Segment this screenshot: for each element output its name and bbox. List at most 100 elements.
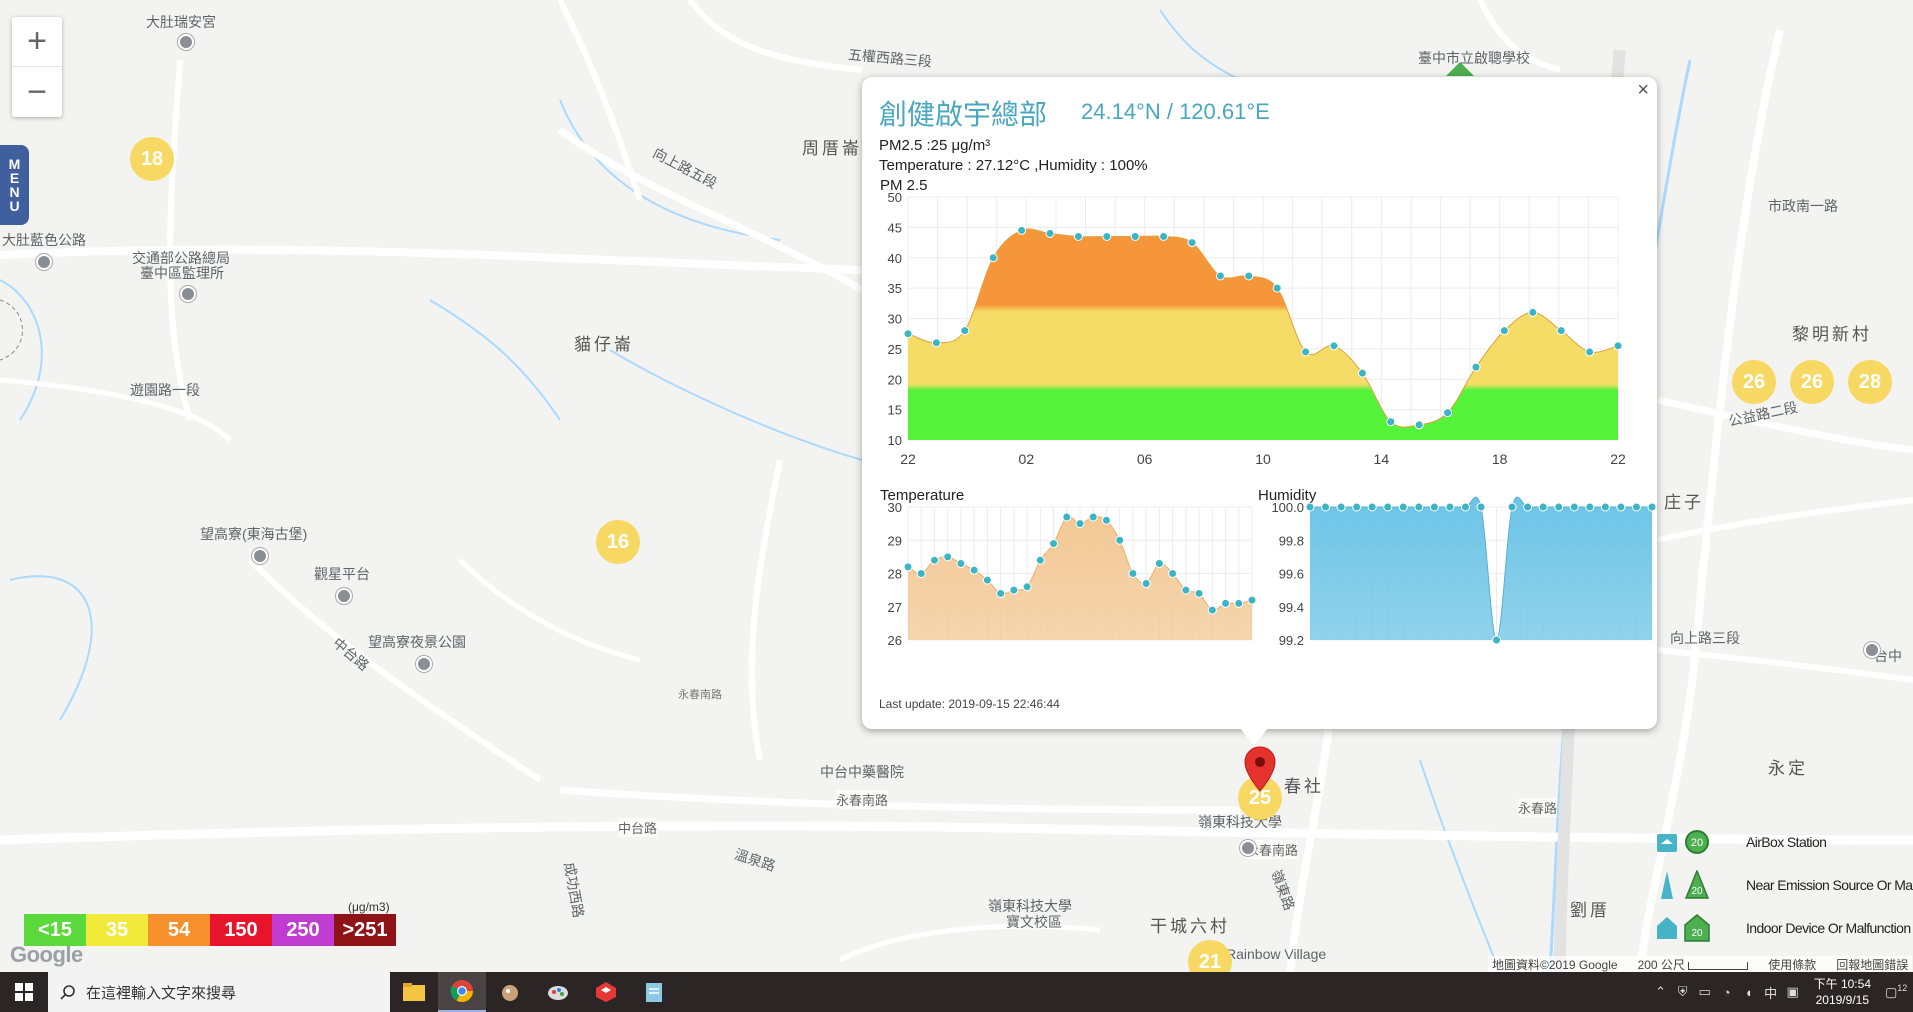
taskbar-app-sketchup[interactable] xyxy=(582,972,630,1012)
house-icon xyxy=(1657,833,1677,852)
station-badge-value: 20 xyxy=(1691,928,1703,939)
poi-icon[interactable] xyxy=(180,286,196,302)
battery-icon[interactable]: ▭ xyxy=(1694,984,1716,1000)
google-logo: Google xyxy=(10,942,83,967)
notification-count: 12 xyxy=(1897,983,1908,994)
data-point xyxy=(1647,502,1657,512)
data-point xyxy=(1357,368,1367,378)
data-point xyxy=(1181,585,1191,595)
start-button[interactable] xyxy=(0,972,48,1012)
poi-icon[interactable] xyxy=(1864,642,1880,658)
map-data-credit[interactable]: 地圖資料©2019 Google xyxy=(1492,956,1618,972)
data-point xyxy=(1445,502,1455,512)
station-info-popup: × 創健啟宇總部 24.14°N / 120.61°E PM2.5 :25 μg… xyxy=(862,77,1657,729)
map-label: 貓仔崙 xyxy=(574,335,634,354)
wifi-icon[interactable]: ◔ xyxy=(1716,985,1738,1000)
poi-icon[interactable] xyxy=(36,254,52,270)
poi-icon[interactable] xyxy=(416,656,432,672)
poi-icon[interactable] xyxy=(1240,840,1256,856)
legend-row: 20 AirBox Station xyxy=(1656,820,1913,863)
taskbar-app-notepad[interactable] xyxy=(630,972,678,1012)
data-point xyxy=(1101,515,1111,525)
x-tick-label: 22 xyxy=(900,451,916,467)
data-point xyxy=(996,588,1006,598)
menu-letter: U xyxy=(9,198,20,214)
y-tick-label: 28 xyxy=(888,567,902,582)
menu-button[interactable]: M E N U xyxy=(0,145,29,225)
data-point xyxy=(1398,502,1408,512)
search-icon xyxy=(60,985,75,1000)
cluster-marker[interactable]: 18 xyxy=(130,137,174,181)
map-scale[interactable]: 200 公尺 xyxy=(1638,956,1749,972)
taskbar-app-paint[interactable] xyxy=(534,972,582,1012)
data-point xyxy=(956,559,966,569)
clock-time: 下午 10:54 xyxy=(1813,977,1871,991)
zoom-out-button[interactable]: − xyxy=(12,67,62,117)
map[interactable]: 大肚瑞安宮 周厝崙 五權西路三段 臺中市立啟聰學校 向上路五段 大肚藍色公路 交… xyxy=(0,0,1913,972)
data-point xyxy=(1187,238,1197,248)
chevron-up-icon[interactable]: ⌃ xyxy=(1650,984,1672,1000)
y-tick-label: 29 xyxy=(888,533,902,548)
data-point xyxy=(1009,585,1019,595)
menu-letter: N xyxy=(9,184,20,200)
data-point xyxy=(1102,231,1112,241)
taskbar-search[interactable]: 在這裡輸入文字來搜尋 xyxy=(48,972,390,1012)
pm-legend-cell: 150 xyxy=(210,914,272,946)
data-point xyxy=(1352,502,1362,512)
data-point xyxy=(1443,408,1453,418)
data-point xyxy=(1414,420,1424,430)
data-point xyxy=(1492,635,1502,645)
map-label: 永春南路 xyxy=(836,790,889,809)
y-tick-label: 27 xyxy=(888,600,902,615)
series-area xyxy=(1310,497,1652,640)
data-point xyxy=(1476,502,1486,512)
cluster-marker[interactable]: 26 xyxy=(1732,360,1776,404)
terms-link[interactable]: 使用條款 xyxy=(1768,956,1816,972)
data-point xyxy=(1329,341,1339,351)
data-point xyxy=(929,555,939,565)
x-tick-label: 10 xyxy=(1255,451,1271,467)
cluster-marker[interactable]: 28 xyxy=(1848,360,1892,404)
y-tick-label: 99.6 xyxy=(1279,567,1304,582)
data-point xyxy=(1499,326,1509,336)
x-tick-label: 14 xyxy=(1374,451,1390,467)
zoom-control: + − xyxy=(12,17,62,117)
popup-close-button[interactable]: × xyxy=(1637,79,1649,102)
report-error-link[interactable]: 回報地圖錯誤 xyxy=(1836,956,1908,972)
y-tick-label: 100.0 xyxy=(1271,500,1304,515)
notification-center-icon[interactable]: ▢12 xyxy=(1885,983,1907,1000)
temperature-humidity-reading: Temperature : 27.12°C ,Humidity : 100% xyxy=(879,157,1148,174)
data-point xyxy=(1045,228,1055,238)
zoom-in-button[interactable]: + xyxy=(12,17,62,67)
data-point xyxy=(1130,231,1140,241)
input-method-icon[interactable]: ▣ xyxy=(1782,984,1804,1000)
security-icon[interactable]: ⛨ xyxy=(1672,984,1694,1000)
data-point xyxy=(916,569,926,578)
taskbar-app-file-explorer[interactable] xyxy=(390,972,438,1012)
data-point xyxy=(1523,502,1533,512)
volume-icon[interactable]: ◖ xyxy=(1738,985,1760,1000)
y-tick-label: 15 xyxy=(888,403,902,418)
data-point xyxy=(1631,502,1641,512)
taskbar-app-chrome[interactable] xyxy=(438,972,486,1012)
poi-icon[interactable] xyxy=(336,588,352,604)
station-badge-value: 20 xyxy=(1691,886,1703,897)
data-point xyxy=(1585,502,1595,512)
menu-letter: E xyxy=(9,170,20,186)
data-point xyxy=(1115,535,1125,545)
poi-icon[interactable] xyxy=(252,548,268,564)
map-label: 中台路 xyxy=(618,818,658,837)
cluster-marker[interactable]: 26 xyxy=(1790,360,1834,404)
x-tick-label: 22 xyxy=(1610,451,1626,467)
data-point xyxy=(1321,502,1331,512)
ime-indicator[interactable]: 中 xyxy=(1760,983,1782,1002)
data-point xyxy=(1556,326,1566,336)
location-pin-icon[interactable] xyxy=(1244,746,1276,792)
poi-icon[interactable] xyxy=(178,34,194,50)
y-tick-label: 99.8 xyxy=(1279,533,1304,548)
data-point xyxy=(1528,307,1538,317)
data-point xyxy=(1221,598,1231,608)
clock[interactable]: 下午 10:54 2019/9/15 xyxy=(1814,976,1871,1008)
cluster-marker[interactable]: 16 xyxy=(596,520,640,564)
taskbar-app-generic[interactable] xyxy=(486,972,534,1012)
